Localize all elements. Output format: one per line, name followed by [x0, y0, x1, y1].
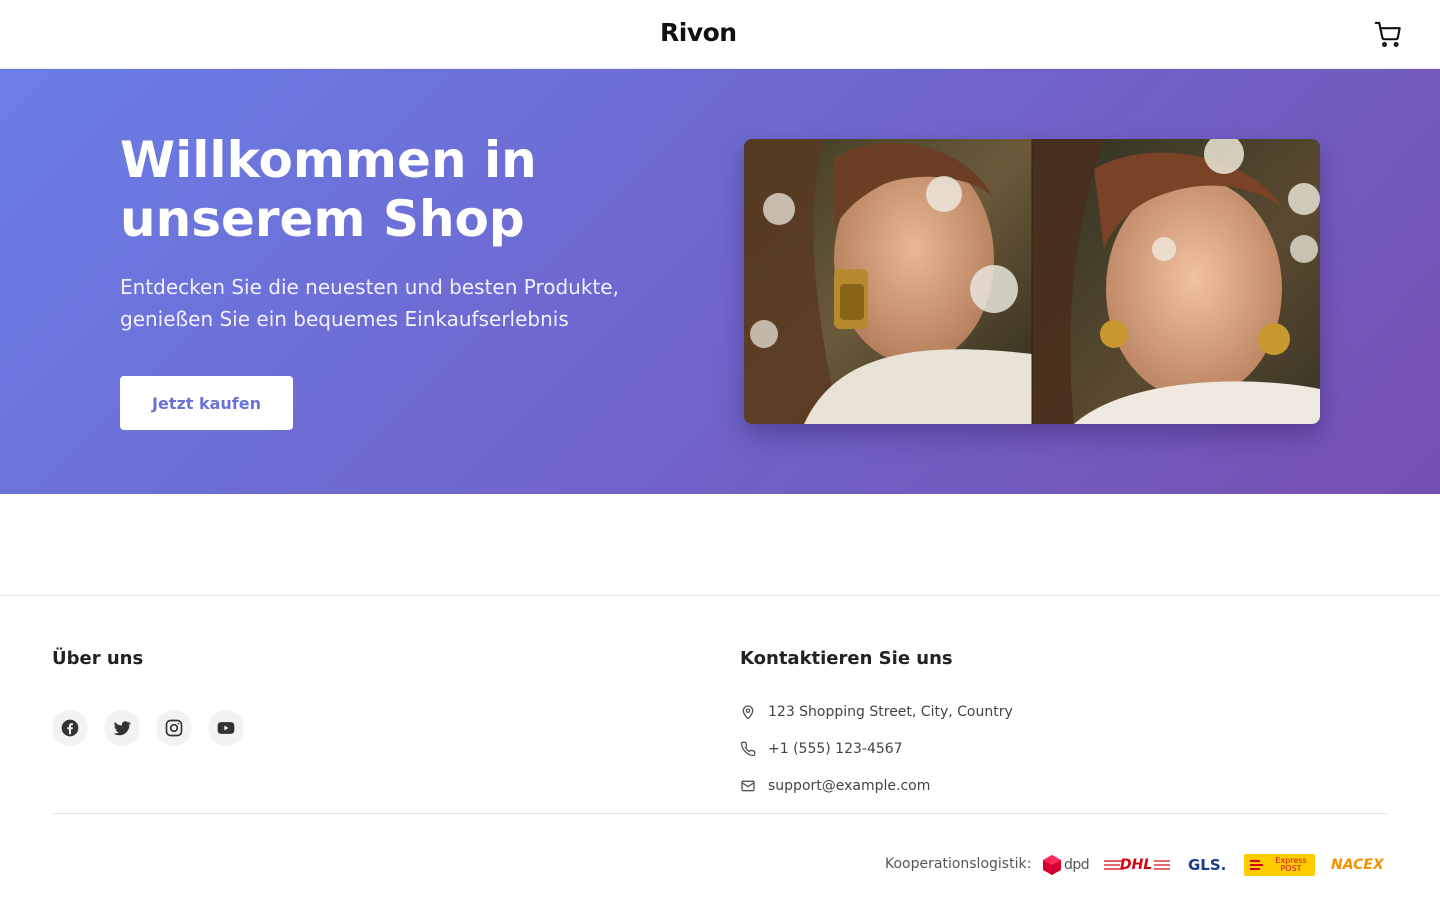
contact-phone: +1 (555) 123-4567 — [740, 739, 903, 759]
nacex-text: NACEX — [1331, 857, 1384, 873]
footer-top-divider — [0, 595, 1440, 596]
email-text[interactable]: support@example.com — [768, 778, 930, 794]
logistics-label: Kooperationslogistik: — [885, 856, 1032, 872]
contact-heading: Kontaktieren Sie uns — [740, 648, 953, 669]
hero-title: Willkommen in unserem Shop — [120, 131, 537, 248]
hero-image — [744, 139, 1320, 424]
site-header: Rivon — [0, 0, 1440, 69]
gls-text: GLS. — [1188, 856, 1227, 874]
dhl-text: DHL — [1120, 857, 1153, 873]
express-post-logo: Express POST — [1244, 854, 1315, 876]
mail-icon — [741, 780, 755, 792]
facebook-icon[interactable] — [52, 710, 88, 746]
phone-text[interactable]: +1 (555) 123-4567 — [768, 741, 903, 757]
dhl-logo: DHL — [1104, 852, 1170, 878]
map-pin-icon — [742, 705, 754, 720]
dpd-logo: dpd — [1042, 852, 1090, 878]
express-post-text: Express POST — [1275, 856, 1307, 873]
shop-now-button[interactable]: Jetzt kaufen — [120, 376, 293, 430]
gls-logo: GLS. — [1188, 852, 1226, 878]
about-heading: Über uns — [52, 648, 144, 669]
hero-banner: Willkommen in unserem Shop Entdecken Sie… — [0, 69, 1440, 494]
instagram-icon[interactable] — [156, 710, 192, 746]
twitter-icon[interactable] — [104, 710, 140, 746]
contact-address: 123 Shopping Street, City, Country — [740, 702, 1013, 722]
footer-divider — [52, 813, 1388, 814]
shopping-cart-icon[interactable] — [1374, 20, 1402, 48]
logo[interactable]: Rivon — [660, 18, 737, 47]
address-text: 123 Shopping Street, City, Country — [768, 704, 1013, 720]
dpd-text: dpd — [1064, 857, 1090, 873]
hero-subtitle: Entdecken Sie die neuesten und besten Pr… — [120, 275, 619, 331]
youtube-icon[interactable] — [208, 710, 244, 746]
nacex-logo: NACEX — [1331, 852, 1384, 878]
contact-email: support@example.com — [740, 776, 930, 796]
phone-icon — [740, 741, 756, 757]
